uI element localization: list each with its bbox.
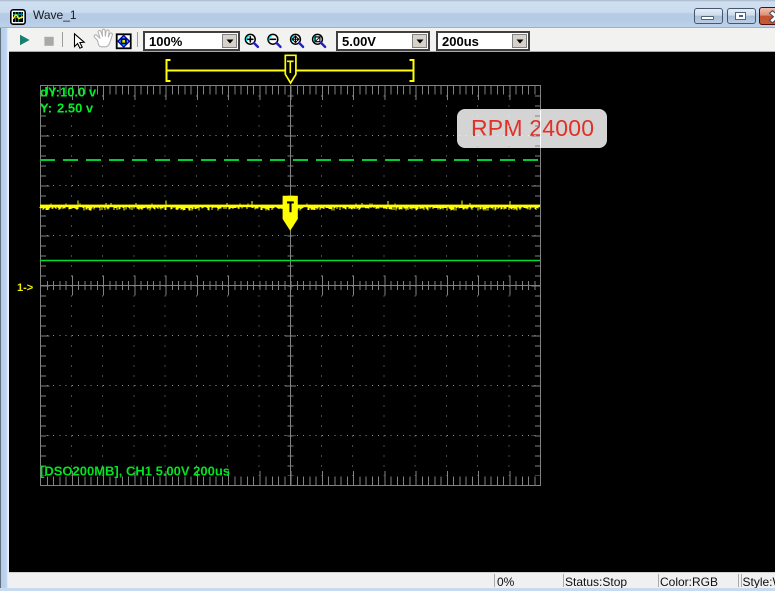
svg-text:2.50 v: 2.50 v [57,101,94,116]
svg-text:1->: 1-> [17,282,33,294]
svg-text:Y:: Y: [40,101,52,116]
svg-text:dY:10.0 v: dY:10.0 v [40,85,97,100]
svg-text:[DSO200MB], CH1 5.00V 200us: [DSO200MB], CH1 5.00V 200us [40,464,230,479]
